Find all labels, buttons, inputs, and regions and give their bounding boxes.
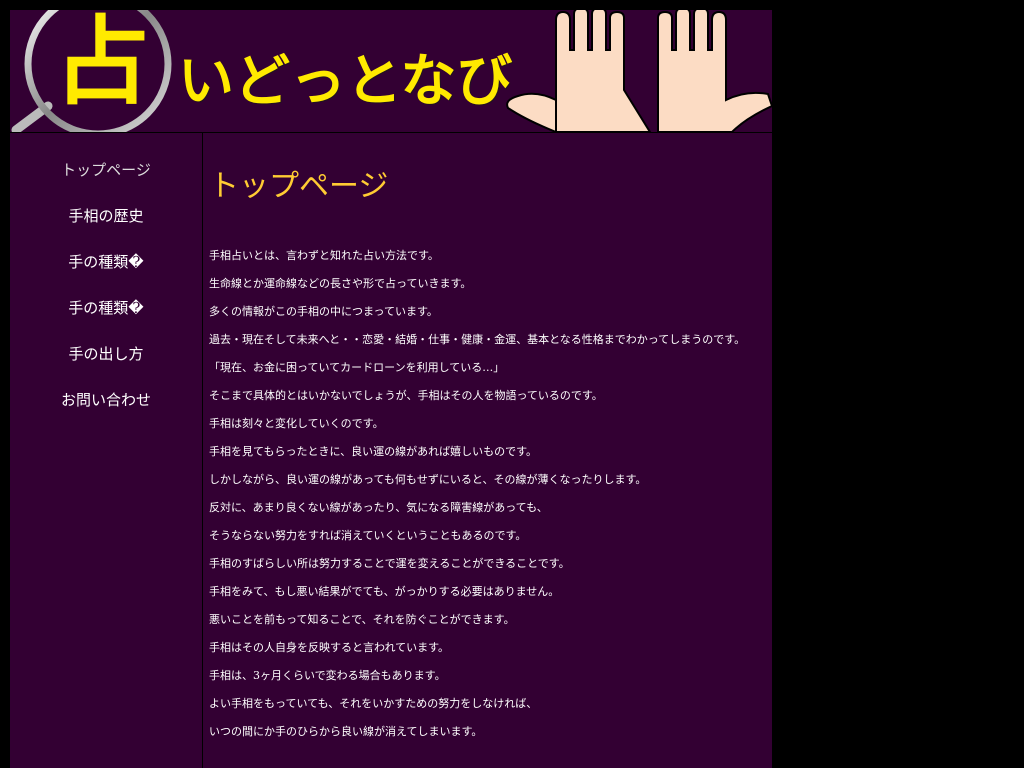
paragraph: よい手相をもっていても、それをいかすための努力をしなければ、 xyxy=(209,697,538,710)
nav-item-contact[interactable]: お問い合わせ xyxy=(10,377,202,423)
paragraph: 反対に、あまり良くない線があったり、気になる障害線があっても、 xyxy=(209,501,548,514)
nav-list: トップページ 手相の歴史 手の種類� 手の種類� 手の出し方 お問い合わせ xyxy=(10,133,202,423)
page-container: 占 いどっとなび トップページ 手相の歴史 手の種類� 手の種類� 手の出し方 … xyxy=(10,10,772,768)
paragraph: 生命線とか運命線などの長さや形で占っていきます。 xyxy=(209,277,472,290)
paragraph: 「現在、お金に困っていてカードローンを利用している…」 xyxy=(209,361,505,374)
nav-item-hand-types-1[interactable]: 手の種類� xyxy=(10,239,202,285)
paragraph: 悪いことを前もって知ることで、それを防ぐことができます。 xyxy=(209,613,515,626)
paragraph: 過去・現在そして未来へと・・恋愛・結婚・仕事・健康・金運、基本となる性格までわか… xyxy=(209,333,746,346)
hands-illustration-icon xyxy=(506,10,772,132)
page-title: トップページ xyxy=(209,169,389,204)
logo-text: いどっとなび xyxy=(178,49,513,114)
nav-item-top[interactable]: トップページ xyxy=(10,147,202,193)
paragraph: 多くの情報がこの手相の中につまっています。 xyxy=(209,305,438,318)
paragraph: いつの間にか手のひらから良い線が消えてしまいます。 xyxy=(209,725,483,738)
paragraph: そこまで具体的とはいかないでしょうが、手相はその人を物語っているのです。 xyxy=(209,389,603,402)
content-body: 手相占いとは、言わずと知れた占い方法です。 生命線とか運命線などの長さや形で占っ… xyxy=(209,249,749,753)
paragraph: そうならない努力をすれば消えていくということもあるのです。 xyxy=(209,529,527,542)
site-header: 占 いどっとなび xyxy=(10,10,772,133)
main-content: トップページ 手相占いとは、言わずと知れた占い方法です。 生命線とか運命線などの… xyxy=(203,133,772,768)
paragraph: しかしながら、良い運の線があっても何もせずにいると、その線が薄くなったりします。 xyxy=(209,473,647,486)
logo-kanji: 占 xyxy=(54,10,150,118)
nav-item-history[interactable]: 手相の歴史 xyxy=(10,193,202,239)
nav-item-how-to-show[interactable]: 手の出し方 xyxy=(10,331,202,377)
paragraph: 手相占いとは、言わずと知れた占い方法です。 xyxy=(209,249,439,262)
paragraph: 手相は刻々と変化していくのです。 xyxy=(209,417,384,430)
paragraph: 手相をみて、もし悪い結果がでても、がっかりする必要はありません。 xyxy=(209,585,560,598)
paragraph: 手相のすばらしい所は努力することで運を変えることができることです。 xyxy=(209,557,570,570)
paragraph: 手相は、3ヶ月くらいで変わる場合もあります。 xyxy=(209,669,446,682)
paragraph: 手相を見てもらったときに、良い運の線があれば嬉しいものです。 xyxy=(209,445,538,458)
nav-item-hand-types-2[interactable]: 手の種類� xyxy=(10,285,202,331)
sidebar-nav: トップページ 手相の歴史 手の種類� 手の種類� 手の出し方 お問い合わせ xyxy=(10,133,203,768)
paragraph: 手相はその人自身を反映すると言われています。 xyxy=(209,641,450,654)
